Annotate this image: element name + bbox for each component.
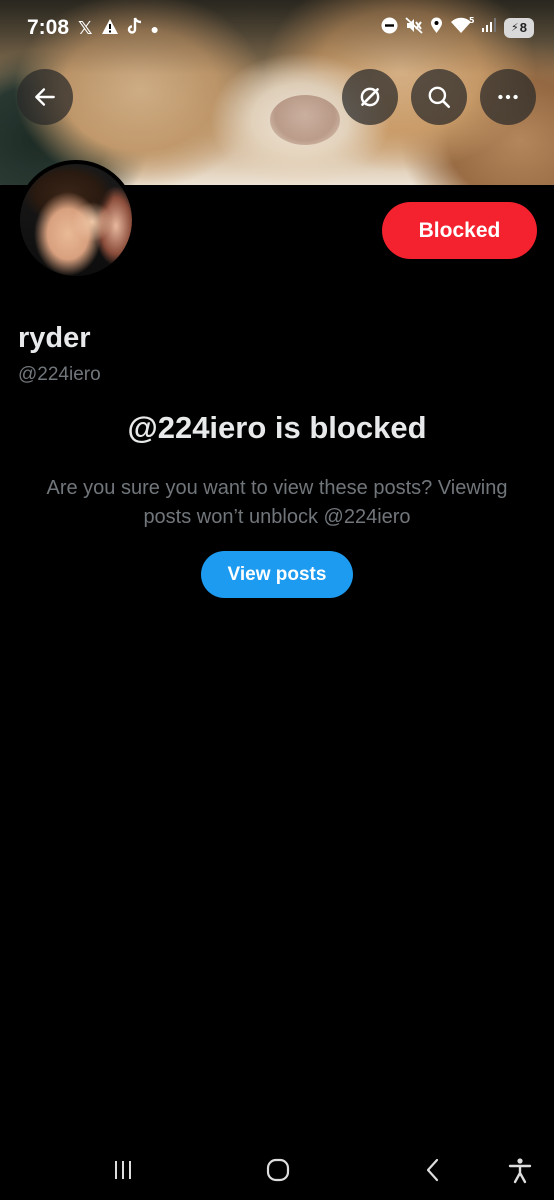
dnd-icon (381, 17, 398, 39)
accessibility-icon (508, 1158, 532, 1184)
search-button[interactable] (411, 69, 467, 125)
back-icon (426, 1158, 439, 1182)
recent-apps-button[interactable] (103, 1152, 143, 1188)
charging-icon: ⚡ (511, 22, 519, 34)
wifi-icon: 5 (450, 16, 475, 39)
dot-icon: ● (150, 20, 159, 37)
battery-level: 8 (519, 20, 527, 35)
warning-icon (101, 18, 119, 40)
grok-icon (360, 87, 380, 107)
status-left-icons: 𝕏 ● (78, 17, 159, 40)
status-bar: 7:08 𝕏 ● 5 ⚡ 8 (0, 0, 554, 58)
location-icon (430, 17, 443, 39)
back-button[interactable] (17, 69, 73, 125)
battery-indicator: ⚡ 8 (504, 17, 534, 38)
system-nav-bar (0, 1140, 554, 1200)
avatar[interactable] (16, 160, 136, 280)
blocked-button[interactable]: Blocked (382, 202, 537, 259)
recent-apps-icon (115, 1161, 131, 1179)
home-button[interactable] (258, 1152, 298, 1188)
grok-button[interactable] (342, 69, 398, 125)
view-posts-button[interactable]: View posts (201, 551, 353, 598)
display-name: ryder (18, 322, 91, 354)
signal-icon (481, 17, 497, 38)
tiktok-icon (127, 17, 143, 40)
more-icon (498, 94, 518, 100)
mute-icon (405, 16, 423, 39)
more-button[interactable] (480, 69, 536, 125)
blocked-title: @224iero is blocked (127, 410, 427, 445)
accessibility-button[interactable] (500, 1152, 540, 1188)
blocked-description: Are you sure you want to view these post… (46, 477, 508, 528)
profile-handle: @224iero (18, 364, 101, 385)
svg-text:5: 5 (469, 16, 474, 25)
status-right-icons: 5 ⚡ 8 (381, 16, 534, 39)
status-time: 7:08 (27, 16, 70, 39)
search-icon (428, 86, 451, 109)
back-nav-button[interactable] (413, 1152, 453, 1188)
arrow-left-icon (35, 88, 55, 106)
x-logo-icon: 𝕏 (78, 18, 93, 38)
home-icon (266, 1158, 290, 1182)
